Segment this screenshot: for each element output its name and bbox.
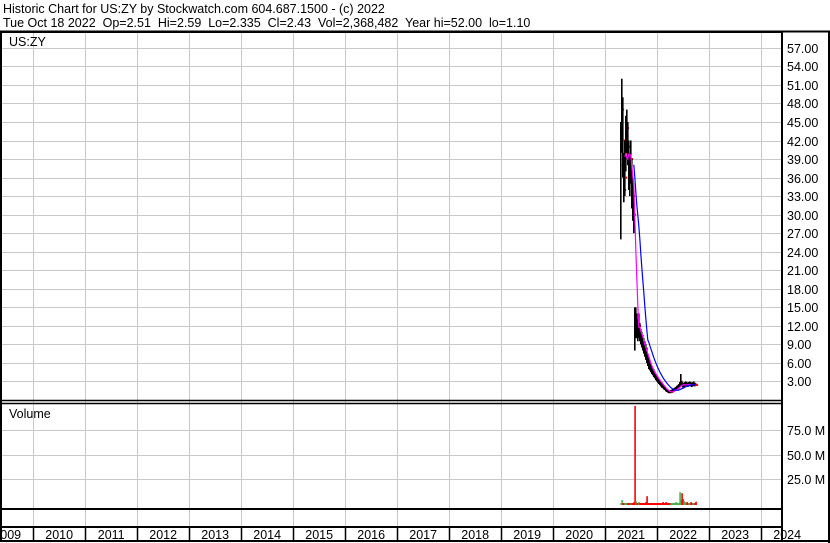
x-tick-label: 2023 xyxy=(721,528,749,542)
x-tick-label: 2015 xyxy=(305,528,333,542)
volume-bar xyxy=(695,501,697,505)
price-tick-label: 18.00 xyxy=(787,283,818,297)
volume-tick-label: 25.0 M xyxy=(787,473,825,487)
close-marker xyxy=(625,176,628,179)
price-tick-label: 9.00 xyxy=(787,338,811,352)
price-tick-label: 48.00 xyxy=(787,97,818,111)
price-tick-label: 33.00 xyxy=(787,190,818,204)
volume-tick-label: 50.0 M xyxy=(787,449,825,463)
x-tick-label: 2014 xyxy=(253,528,281,542)
x-tick-label: 2018 xyxy=(461,528,489,542)
symbol-label: US:ZY xyxy=(9,35,46,49)
x-tick-label: 2024 xyxy=(773,528,801,542)
price-tick-label: 21.00 xyxy=(787,264,818,278)
price-tick-label: 39.00 xyxy=(787,153,818,167)
price-tick-label: 42.00 xyxy=(787,135,818,149)
x-tick-label: 2013 xyxy=(201,528,229,542)
price-tick-label: 57.00 xyxy=(787,42,818,56)
price-marks xyxy=(619,78,699,505)
x-tick-label: 2019 xyxy=(513,528,541,542)
x-tick-label: 2009 xyxy=(0,528,21,542)
x-tick-label: 2021 xyxy=(617,528,645,542)
price-tick-label: 6.00 xyxy=(787,357,811,371)
price-tick-label: 45.00 xyxy=(787,116,818,130)
x-tick-label: 2016 xyxy=(357,528,385,542)
moving-average-long xyxy=(633,164,696,391)
volume-panel-label: Volume xyxy=(9,407,51,421)
stock-chart: US:ZY Volume 2009 2010 2011 2012 2013 2014 201… xyxy=(0,30,830,543)
price-tick-label: 15.00 xyxy=(787,301,818,315)
price-tick-label: 51.00 xyxy=(787,79,818,93)
chart-frame xyxy=(0,30,830,543)
x-tick-label: 2010 xyxy=(45,528,73,542)
x-tick-label: 2012 xyxy=(149,528,177,542)
grid-lines xyxy=(2,32,782,541)
price-tick-label: 24.00 xyxy=(787,246,818,260)
price-tick-label: 3.00 xyxy=(787,375,811,389)
x-tick-label: 2020 xyxy=(565,528,593,542)
volume-bar xyxy=(634,405,636,505)
x-tick-label: 2022 xyxy=(669,528,697,542)
axis-labels: 2009 2010 2011 2012 2013 2014 2015 2016 2017 2018… xyxy=(0,42,825,542)
price-tick-label: 30.00 xyxy=(787,209,818,223)
price-tick-label: 27.00 xyxy=(787,227,818,241)
volume-tick-label: 75.0 M xyxy=(787,424,825,438)
close-marker xyxy=(696,383,699,386)
x-tick-label: 2017 xyxy=(409,528,437,542)
x-tick-label: 2011 xyxy=(98,528,125,542)
price-tick-label: 12.00 xyxy=(787,320,818,334)
price-tick-label: 54.00 xyxy=(787,60,818,74)
price-tick-label: 36.00 xyxy=(787,172,818,186)
